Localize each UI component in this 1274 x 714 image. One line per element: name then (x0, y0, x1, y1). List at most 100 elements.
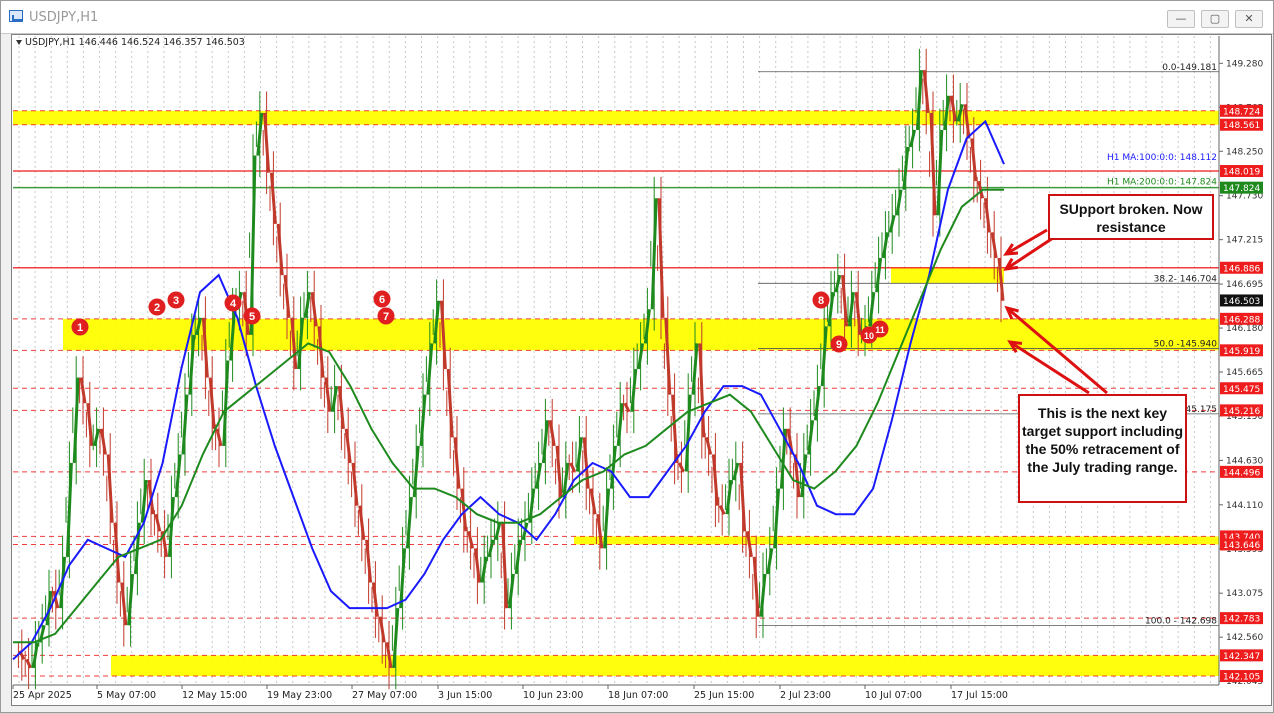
price-candle (229, 309, 237, 361)
price-candle (678, 462, 685, 473)
price-candle (303, 291, 311, 319)
y-tick-label: 145.665 (1226, 368, 1263, 378)
price-candle (106, 454, 114, 523)
price-candle (575, 437, 583, 472)
price-candle (698, 343, 706, 438)
x-tick-label: 5 May 07:00 (97, 690, 156, 701)
ma200-line (13, 188, 1004, 644)
support-zone (891, 267, 1004, 284)
price-candle (487, 539, 495, 558)
y-tick-label: 144.630 (1226, 456, 1263, 466)
y-tick-label: 146.695 (1226, 280, 1263, 290)
price-candle (283, 274, 291, 318)
price-candle (541, 420, 549, 464)
price-candle (963, 104, 971, 139)
price-candle (582, 437, 590, 489)
price-candle (439, 300, 447, 370)
y-tick-label: 144.110 (1226, 501, 1263, 511)
price-tag-label: 145.216 (1223, 407, 1260, 417)
y-tick-label: 146.180 (1226, 324, 1263, 334)
x-tick-label: 2 Jul 23:00 (780, 690, 831, 701)
price-tag-label: 144.496 (1223, 468, 1260, 478)
price-tag-label: 148.019 (1223, 168, 1260, 178)
price-candle (79, 377, 87, 404)
price-candle (86, 403, 94, 447)
price-candle (589, 488, 597, 515)
annotation-support: This is the next key target support incl… (1018, 394, 1187, 503)
price-candle (752, 556, 760, 617)
price-candle (324, 377, 332, 412)
price-candle (337, 385, 345, 429)
marker-label-11: 11 (875, 325, 885, 335)
x-tick-label: 12 May 15:00 (182, 690, 247, 701)
marker-label-3: 3 (173, 295, 179, 307)
price-candle (453, 437, 461, 489)
price-candle (684, 394, 692, 472)
y-tick-label: 143.075 (1226, 589, 1263, 599)
price-candle (691, 343, 699, 395)
chart-header: USDJPY,H1 146.446 146.524 146.357 146.50… (25, 37, 245, 48)
price-tag-label: 145.475 (1223, 385, 1260, 395)
price-tag-label: 142.105 (1223, 673, 1260, 683)
annotation-arrow (1005, 228, 1048, 256)
marker-label-4: 4 (230, 298, 237, 310)
marker-label-2: 2 (154, 302, 160, 314)
price-candle (671, 394, 679, 464)
price-tag-label: 146.288 (1223, 315, 1260, 325)
price-tag-label: 142.783 (1223, 615, 1260, 625)
price-candle (535, 462, 543, 489)
price-candle (943, 95, 951, 131)
price-candle (514, 539, 522, 575)
price-candle (888, 214, 896, 233)
price-candle (269, 172, 277, 224)
price-candle (555, 445, 563, 498)
price-chart[interactable]: 0.0-149.18138.2- 146.70450.0 -145.940145… (1, 1, 1274, 714)
y-tick-label: 148.250 (1226, 147, 1263, 157)
price-candle (446, 368, 454, 438)
price-candle (807, 420, 815, 455)
fib-label: 50.0 -145.940 (1154, 340, 1218, 350)
dropdown-icon (16, 40, 22, 45)
price-tag-label: 146.886 (1223, 264, 1260, 274)
price-tag-label: 148.724 (1223, 107, 1260, 117)
price-candle (650, 198, 658, 310)
support-zone (574, 536, 1219, 545)
price-tag-label: 146.503 (1223, 297, 1260, 307)
price-candle (426, 343, 434, 395)
price-candle (494, 522, 502, 541)
price-candle (167, 497, 175, 558)
price-candle (501, 522, 509, 609)
ma-label: H1 MA:100:0:0: 148.112 (1107, 153, 1217, 163)
price-candle (72, 377, 80, 464)
price-candle (711, 454, 719, 506)
price-tag-label: 148.561 (1223, 121, 1260, 131)
chart-window: USDJPY,H1 — ▢ ✕ 0.0-149.181 38.2- 146.704… (0, 0, 1274, 713)
price-candle (405, 497, 413, 549)
x-tick-label: 17 Jul 15:00 (951, 690, 1008, 701)
price-candle (480, 556, 488, 583)
price-candle (705, 437, 713, 455)
price-candle (174, 454, 182, 498)
price-candle (990, 232, 998, 259)
x-tick-label: 25 Jun 15:00 (694, 690, 754, 701)
price-candle (31, 642, 39, 669)
price-tag-label: 142.347 (1223, 652, 1260, 662)
price-candle (473, 548, 481, 583)
price-candle (351, 462, 359, 506)
annotation-resistance: SUpport broken. Now resistance (1048, 194, 1214, 240)
fib-label: 0.0-149.181 (1162, 63, 1217, 73)
support-zone (13, 110, 1219, 125)
price-candle (25, 658, 32, 669)
price-candle (929, 112, 937, 216)
marker-label-8: 8 (818, 295, 824, 307)
price-candle (467, 530, 475, 549)
price-tag-label: 145.919 (1223, 347, 1260, 357)
x-tick-label: 25 Apr 2025 (13, 690, 72, 701)
price-candle (725, 479, 733, 515)
price-candle (834, 274, 842, 293)
price-candle (181, 394, 189, 455)
marker-label-7: 7 (383, 311, 389, 323)
price-candle (378, 616, 386, 643)
price-candle (120, 582, 128, 626)
price-candle (399, 548, 407, 609)
